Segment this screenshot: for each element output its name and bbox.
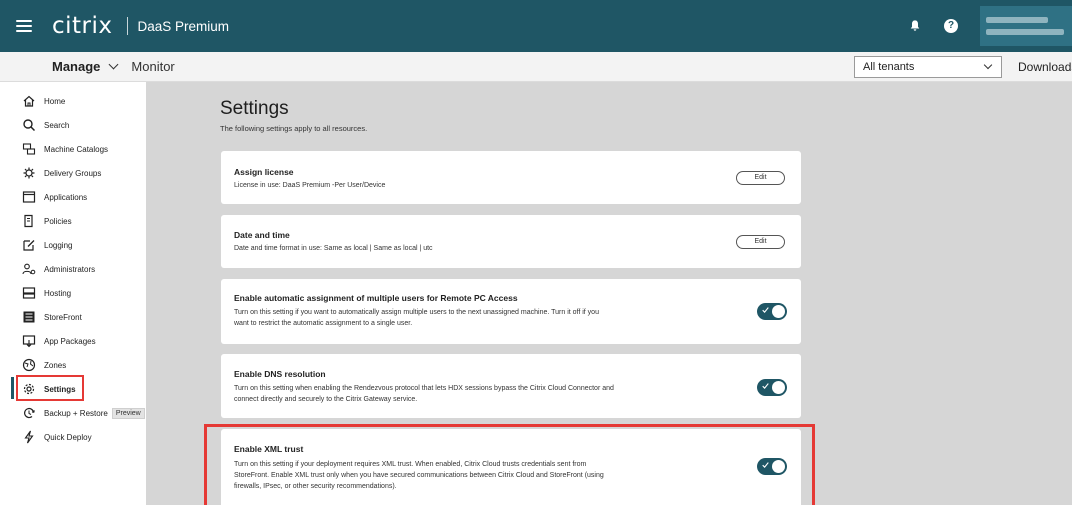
sidebar-item-label: Administrators (44, 264, 96, 274)
sidebar-item-zones[interactable]: Zones (0, 354, 146, 376)
card-title: Assign license (234, 167, 294, 177)
lightning-icon (22, 430, 36, 444)
sidebar: Home Search Machine Catalogs Delivery Gr… (0, 82, 146, 505)
card-description: Date and time format in use: Same as loc… (234, 245, 433, 252)
logging-icon (22, 238, 36, 252)
policies-icon (22, 214, 36, 228)
toggle-knob (772, 381, 785, 394)
applications-icon (22, 190, 36, 204)
backup-restore-icon (22, 406, 36, 420)
sidebar-item-administrators[interactable]: Administrators (0, 258, 146, 280)
app-packages-icon (22, 334, 36, 348)
card-description-line: Turn on this setting when enabling the R… (234, 385, 614, 392)
card-title: Date and time (234, 230, 290, 240)
sidebar-item-hosting[interactable]: Hosting (0, 282, 146, 304)
search-icon (22, 118, 36, 132)
sidebar-item-delivery-groups[interactable]: Delivery Groups (0, 162, 146, 184)
sidebar-item-label: Hosting (44, 288, 72, 298)
sidebar-item-label: Applications (44, 192, 88, 202)
toggle-knob (772, 305, 785, 318)
sidebar-item-label: Delivery Groups (44, 168, 102, 178)
edit-button[interactable]: Edit (736, 171, 785, 185)
setting-card-date-time: Date and time Date and time format in us… (221, 215, 801, 268)
card-title: Enable automatic assignment of multiple … (234, 293, 518, 303)
page-subtitle: The following settings apply to all reso… (220, 124, 368, 133)
tab-manage[interactable]: Manage (52, 59, 119, 74)
sidebar-item-backup-restore[interactable]: Backup + Restore Preview (0, 402, 146, 424)
product-name: DaaS Premium (137, 18, 230, 34)
sidebar-item-home[interactable]: Home (0, 90, 146, 112)
sidebar-item-machine-catalogs[interactable]: Machine Catalogs (0, 138, 146, 160)
hosting-icon (22, 286, 36, 300)
tab-monitor[interactable]: Monitor (131, 59, 174, 74)
help-icon[interactable]: ? (944, 19, 958, 33)
top-bar: citrix DaaS Premium ? (0, 0, 1072, 52)
sidebar-item-policies[interactable]: Policies (0, 210, 146, 232)
sidebar-item-app-packages[interactable]: App Packages (0, 330, 146, 352)
citrix-logo[interactable]: citrix (52, 13, 113, 39)
page-title: Settings (220, 98, 289, 119)
zones-icon (22, 358, 36, 372)
hamburger-menu-icon[interactable] (16, 20, 32, 32)
card-description-line: Turn on this setting if you want to auto… (234, 309, 599, 316)
card-description-line: want to restrict the automatic assignmen… (234, 320, 413, 327)
storefront-icon (22, 310, 36, 324)
downloads-link[interactable]: Downloads (1018, 60, 1072, 74)
setting-card-remote-pc-access: Enable automatic assignment of multiple … (221, 279, 801, 344)
main-content: Settings The following settings apply to… (146, 82, 1072, 505)
redacted-username (986, 17, 1048, 23)
sidebar-item-applications[interactable]: Applications (0, 186, 146, 208)
xml-trust-highlight-annotation (204, 424, 815, 505)
chevron-down-icon (108, 59, 119, 70)
sidebar-item-search[interactable]: Search (0, 114, 146, 136)
sidebar-item-quick-deploy[interactable]: Quick Deploy (0, 426, 146, 448)
sidebar-item-label: Machine Catalogs (44, 144, 109, 154)
sidebar-item-label: Quick Deploy (44, 432, 92, 442)
tenant-select-value: All tenants (863, 61, 915, 73)
redacted-customer (986, 29, 1064, 35)
sidebar-item-logging[interactable]: Logging (0, 234, 146, 256)
check-icon (762, 307, 769, 313)
edit-button[interactable]: Edit (736, 235, 785, 249)
check-icon (762, 383, 769, 389)
sidebar-item-label: Search (44, 120, 70, 130)
administrators-icon (22, 262, 36, 276)
sidebar-item-label: Zones (44, 360, 67, 370)
home-icon (22, 94, 36, 108)
delivery-groups-icon (22, 166, 36, 180)
setting-card-dns-resolution: Enable DNS resolution Turn on this setti… (221, 354, 801, 418)
preview-badge: Preview (111, 407, 145, 419)
chevron-down-icon (983, 60, 993, 70)
sidebar-item-label: Policies (44, 216, 72, 226)
brand-divider (126, 17, 128, 35)
remote-pc-toggle[interactable] (757, 303, 787, 320)
tab-manage-label: Manage (52, 59, 101, 74)
dns-resolution-toggle[interactable] (757, 379, 787, 396)
card-description-line: connect directly and securely to the Cit… (234, 396, 418, 403)
user-account-menu[interactable] (980, 6, 1072, 46)
sidebar-item-label: App Packages (44, 336, 96, 346)
card-title: Enable DNS resolution (234, 369, 326, 379)
sidebar-item-label: Logging (44, 240, 73, 250)
setting-card-assign-license: Assign license License in use: DaaS Prem… (221, 151, 801, 204)
secondary-nav: Manage Monitor All tenants Downloads (0, 52, 1072, 82)
sidebar-item-label: Home (44, 96, 66, 106)
bell-icon[interactable] (908, 19, 922, 33)
sidebar-item-label: Backup + Restore (44, 408, 108, 418)
machine-catalogs-icon (22, 142, 36, 156)
sidebar-item-storefront[interactable]: StoreFront (0, 306, 146, 328)
settings-highlight-annotation (16, 375, 84, 401)
sidebar-item-label: StoreFront (44, 312, 82, 322)
card-description: License in use: DaaS Premium -Per User/D… (234, 182, 386, 189)
tenant-select[interactable]: All tenants (854, 56, 1002, 78)
